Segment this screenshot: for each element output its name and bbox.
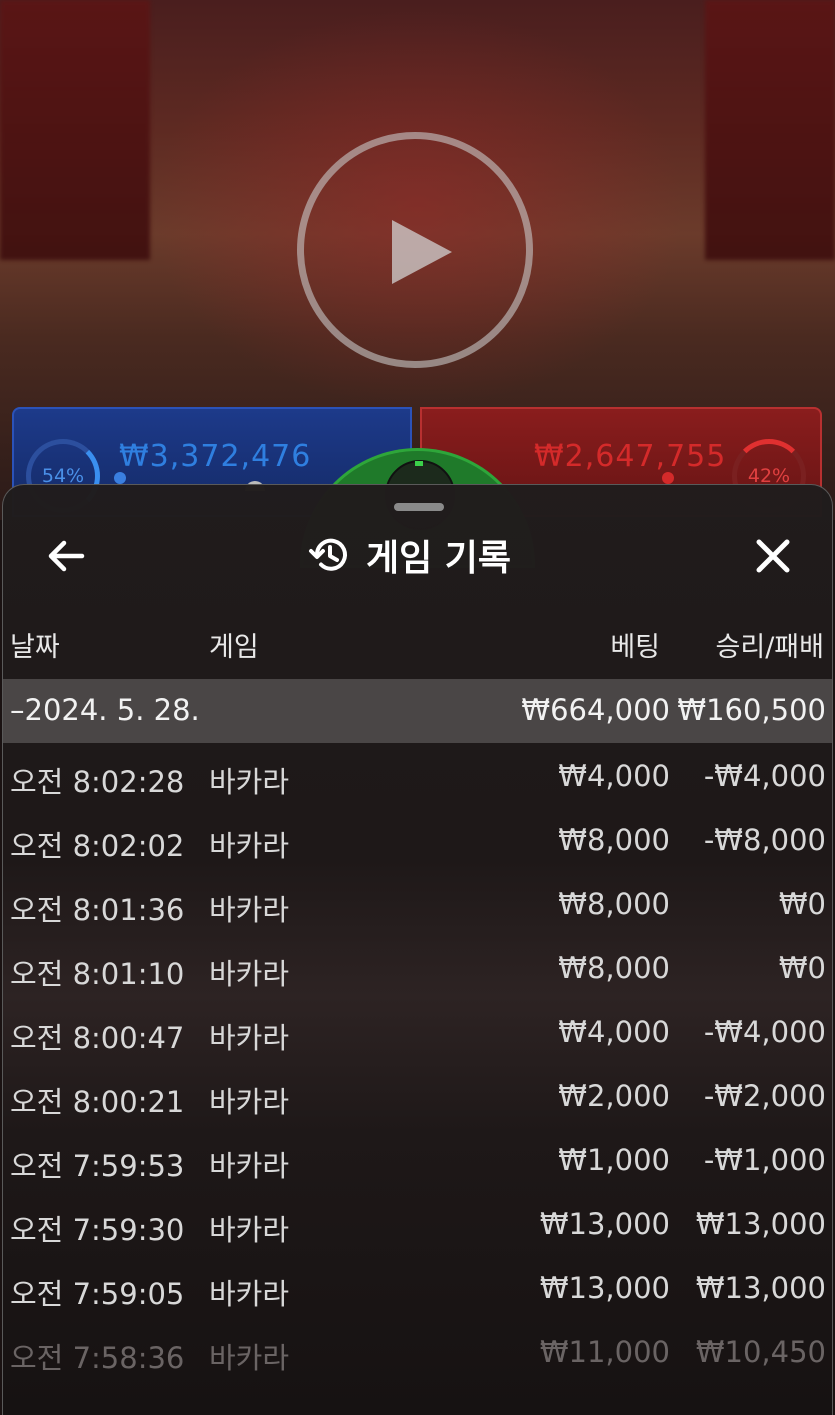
row-game: 바카라 [209,1085,290,1119]
row-time: 오전 8:00:47 [10,1021,185,1055]
sheet-drag-handle[interactable] [394,503,444,511]
header-date: 날짜 [10,632,60,663]
row-game: 바카라 [209,957,290,991]
banker-bet-amount: ₩2,647,755 [534,439,727,474]
timer-indicator [415,461,423,466]
table-row[interactable]: 오전 8:00:21 바카라 ₩2,000 -₩2,000 [3,1065,832,1129]
background-decoration-left [0,0,150,260]
row-bet: ₩8,000 [558,887,670,921]
row-game: 바카라 [209,1021,290,1055]
header-game: 게임 [209,632,259,663]
game-history-sheet: 게임 기록 날짜 게임 베팅 승리/패배 –2024. 5. 28. ₩664,… [2,484,833,1415]
row-bet: ₩1,000 [558,1143,670,1177]
row-time: 오전 7:59:30 [10,1213,185,1247]
row-result: -₩1,000 [703,1143,826,1177]
row-game: 바카라 [209,893,290,927]
row-game: 바카라 [209,1277,290,1311]
row-time: 오전 8:02:28 [10,765,185,799]
close-icon [756,539,790,573]
table-row[interactable]: 오전 7:58:36 바카라 ₩11,000 ₩10,450 [3,1321,832,1385]
close-button[interactable] [745,531,801,581]
row-time: 오전 8:01:10 [10,957,185,991]
date-group-row[interactable]: –2024. 5. 28. ₩664,000 ₩160,500 [3,679,832,743]
row-time: 오전 7:59:05 [10,1277,185,1311]
header-bet: 베팅 [610,632,660,663]
row-game: 바카라 [209,765,290,799]
banker-user-icon [662,472,674,484]
row-time: 오전 8:01:36 [10,893,185,927]
row-result: -₩2,000 [703,1079,826,1113]
table-row[interactable]: 오전 8:01:36 바카라 ₩8,000 ₩0 [3,873,832,937]
live-video-background[interactable]: 54% ₩3,372,476 ₩2,647,755 42% [0,0,835,568]
table-row[interactable]: 오전 7:59:05 바카라 ₩13,000 ₩13,000 [3,1257,832,1321]
row-bet: ₩4,000 [558,759,670,793]
row-result: ₩13,000 [695,1271,826,1305]
table-row[interactable]: 오전 8:00:47 바카라 ₩4,000 -₩4,000 [3,1001,832,1065]
row-result: ₩13,000 [695,1207,826,1241]
row-bet: ₩13,000 [539,1271,670,1305]
table-row[interactable]: 오전 7:59:53 바카라 ₩1,000 -₩1,000 [3,1129,832,1193]
row-bet: ₩2,000 [558,1079,670,1113]
row-game: 바카라 [209,1213,290,1247]
row-result: -₩4,000 [703,1015,826,1049]
row-bet: ₩8,000 [558,823,670,857]
header-result: 승리/패배 [715,632,824,663]
player-bet-amount: ₩3,372,476 [119,439,312,474]
row-bet: ₩11,000 [539,1335,670,1369]
row-time: 오전 8:00:21 [10,1085,185,1119]
player-user-icon [114,472,126,484]
row-game: 바카라 [209,1149,290,1183]
play-icon [392,220,452,284]
row-result: -₩8,000 [703,823,826,857]
group-date: –2024. 5. 28. [10,693,200,727]
row-bet: ₩4,000 [558,1015,670,1049]
row-bet: ₩13,000 [539,1207,670,1241]
table-row[interactable]: 오전 8:02:02 바카라 ₩8,000 -₩8,000 [3,809,832,873]
back-button[interactable] [41,531,91,581]
row-game: 바카라 [209,829,290,863]
row-result: ₩0 [778,887,826,921]
arrow-left-icon [48,540,85,572]
row-time: 오전 7:59:53 [10,1149,185,1183]
row-bet: ₩8,000 [558,951,670,985]
row-result: ₩10,450 [695,1335,826,1369]
row-result: -₩4,000 [703,759,826,793]
table-row[interactable]: 오전 8:01:10 바카라 ₩8,000 ₩0 [3,937,832,1001]
background-decoration-right [705,0,835,260]
row-time: 오전 8:02:02 [10,829,185,863]
row-game: 바카라 [209,1341,290,1375]
sheet-title-text: 게임 기록 [366,538,512,579]
table-row[interactable]: 오전 7:59:30 바카라 ₩13,000 ₩13,000 [3,1193,832,1257]
group-bet-total: ₩664,000 [521,693,670,727]
group-result-total: ₩160,500 [677,693,826,727]
row-time: 오전 7:58:36 [10,1341,185,1375]
table-row[interactable]: 오전 8:02:28 바카라 ₩4,000 -₩4,000 [3,745,832,809]
row-result: ₩0 [778,951,826,985]
sheet-title: 게임 기록 [308,527,511,583]
history-icon [309,538,347,571]
